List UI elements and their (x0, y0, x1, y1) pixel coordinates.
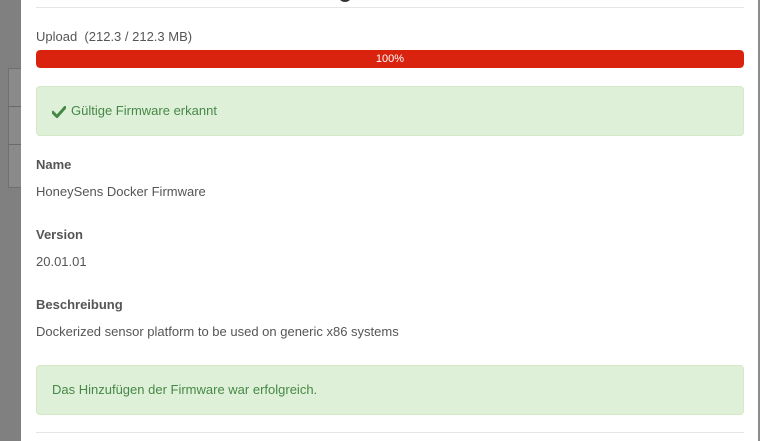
check-icon (52, 105, 66, 118)
background-divider (8, 106, 21, 107)
firmware-valid-message: Gültige Firmware erkannt (71, 103, 217, 118)
name-value: HoneySens Docker Firmware (36, 184, 206, 199)
upload-success-message: Das Hinzufügen der Firmware war erfolgre… (52, 382, 318, 397)
header-divider (36, 7, 744, 8)
modal-backdrop (0, 0, 21, 441)
upload-progress-bar: 100% (36, 50, 744, 68)
footer-divider (36, 432, 744, 433)
background-divider (8, 144, 21, 145)
upload-status-label: Upload (212.3 / 212.3 MB) (36, 29, 193, 44)
background-panel (8, 68, 22, 188)
name-label: Name (36, 157, 72, 172)
description-value: Dockerized sensor platform to be used on… (36, 324, 399, 339)
version-label: Version (36, 227, 83, 242)
firmware-upload-dialog: Upload (212.3 / 212.3 MB) 100% Gültige F… (21, 0, 760, 441)
dialog-title-fragment (338, 0, 352, 2)
version-value: 20.01.01 (36, 254, 87, 269)
description-label: Beschreibung (36, 297, 123, 312)
firmware-valid-alert: Gültige Firmware erkannt (36, 86, 744, 136)
upload-success-alert: Das Hinzufügen der Firmware war erfolgre… (36, 365, 744, 415)
upload-progress-fill: 100% (36, 50, 744, 68)
